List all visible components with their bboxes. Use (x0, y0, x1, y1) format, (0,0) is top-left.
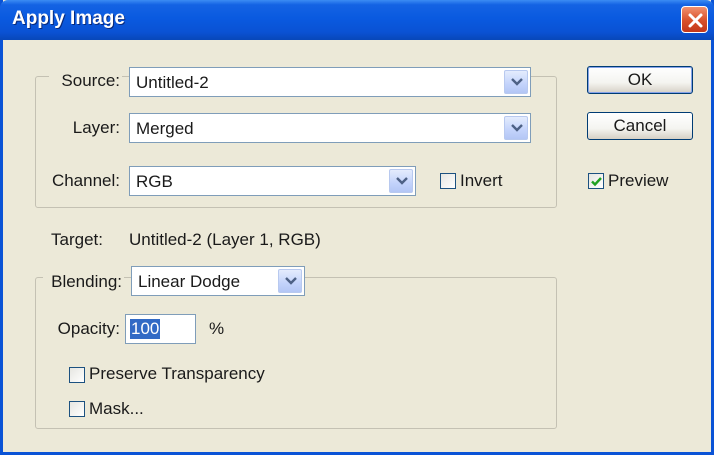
close-button[interactable] (681, 6, 708, 33)
target-value: Untitled-2 (Layer 1, RGB) (129, 230, 321, 249)
ok-button[interactable]: OK (587, 66, 693, 94)
cancel-button[interactable]: Cancel (587, 112, 693, 140)
target-label: Target: (49, 230, 122, 250)
invert-label[interactable]: Invert (460, 171, 503, 191)
window-title: Apply Image (12, 8, 125, 29)
layer-dropdown[interactable]: Merged (129, 113, 531, 143)
preserve-transparency-checkbox[interactable] (69, 367, 85, 383)
source-label: Source: (49, 71, 122, 91)
opacity-label: Opacity: (49, 319, 122, 339)
blending-value: Linear Dodge (138, 272, 241, 291)
opacity-input[interactable]: 100 (125, 314, 196, 344)
checkmark-icon (591, 177, 602, 187)
blending-dropdown[interactable]: Linear Dodge (131, 266, 305, 296)
preview-checkbox[interactable] (588, 173, 604, 189)
chevron-down-icon (511, 124, 523, 132)
apply-image-dialog: Apply Image Source: Untitled-2 Layer: Me… (0, 0, 714, 455)
preserve-transparency-label[interactable]: Preserve Transparency (89, 364, 265, 384)
source-dropdown-arrow[interactable] (504, 70, 528, 94)
chevron-down-icon (511, 78, 523, 86)
layer-label: Layer: (49, 118, 122, 138)
layer-dropdown-arrow[interactable] (504, 116, 528, 140)
blending-label: Blending: (43, 272, 124, 292)
opacity-value: 100 (130, 319, 161, 339)
blending-dropdown-arrow[interactable] (278, 269, 302, 293)
source-dropdown[interactable]: Untitled-2 (129, 67, 531, 97)
close-icon (688, 13, 703, 28)
channel-label: Channel: (43, 171, 122, 191)
channel-value: RGB (136, 172, 173, 191)
chevron-down-icon (285, 277, 297, 285)
invert-checkbox[interactable] (440, 173, 456, 189)
preview-label[interactable]: Preview (608, 171, 668, 191)
channel-dropdown-arrow[interactable] (389, 169, 413, 193)
chevron-down-icon (396, 177, 408, 185)
opacity-unit: % (209, 319, 225, 338)
mask-label[interactable]: Mask... (89, 399, 144, 419)
layer-value: Merged (136, 119, 194, 138)
title-bar[interactable]: Apply Image (0, 0, 714, 40)
source-value: Untitled-2 (136, 73, 209, 92)
channel-dropdown[interactable]: RGB (129, 166, 416, 196)
mask-checkbox[interactable] (69, 401, 85, 417)
